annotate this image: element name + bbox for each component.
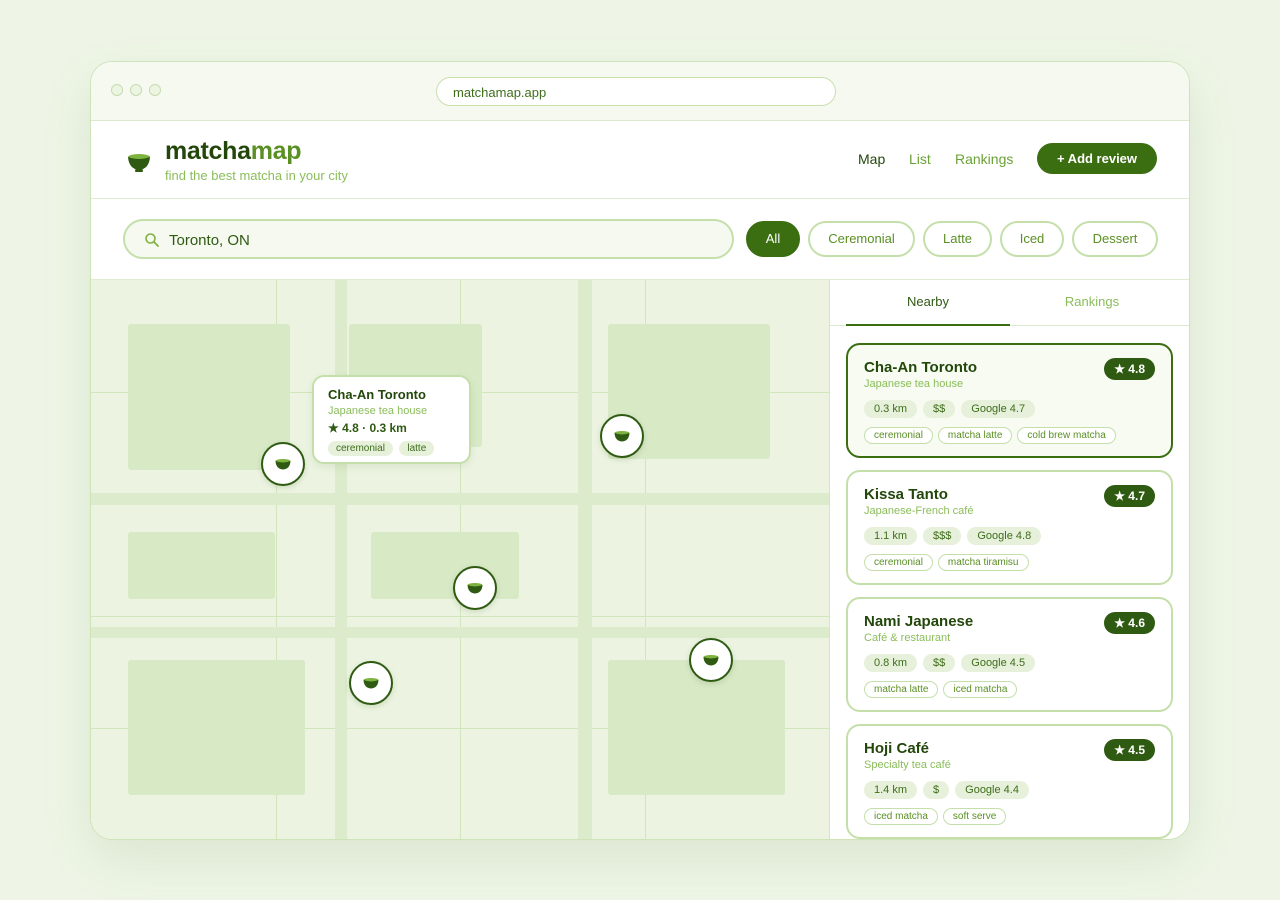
filter-iced[interactable]: Iced — [1000, 221, 1064, 257]
tab-nearby[interactable]: Nearby — [846, 280, 1010, 326]
tab-rankings[interactable]: Rankings — [1010, 280, 1174, 326]
map-road — [335, 280, 347, 839]
panel-tabs: Nearby Rankings — [830, 280, 1189, 326]
address-bar[interactable]: matchamap.app — [436, 77, 836, 106]
price-chip: $$$ — [923, 527, 962, 545]
map-block — [128, 324, 290, 470]
map-pin[interactable] — [600, 414, 644, 458]
google-rating-chip: Google 4.7 — [961, 400, 1036, 418]
window-maximize-dot[interactable] — [149, 84, 161, 96]
price-chip: $$ — [923, 400, 956, 418]
map-pin[interactable] — [689, 638, 733, 682]
results-panel: Nearby Rankings Cha-An Toronto Japanese … — [830, 280, 1189, 839]
rating-badge: ★ 4.5 — [1104, 739, 1155, 761]
nav-list[interactable]: List — [909, 151, 931, 167]
map-road — [91, 493, 829, 505]
place-name: Cha-An Toronto — [864, 359, 978, 376]
map-pin-cha-an-toronto[interactable] — [261, 442, 305, 486]
map-block — [128, 532, 275, 599]
google-rating-chip: Google 4.5 — [961, 654, 1036, 672]
nav-rankings[interactable]: Rankings — [955, 151, 1013, 167]
filter-all[interactable]: All — [746, 221, 800, 257]
place-type: Japanese tea house — [864, 378, 964, 390]
menu-tag: cold brew matcha — [1017, 427, 1116, 444]
google-rating-chip: Google 4.4 — [955, 781, 1029, 799]
add-review-button[interactable]: + Add review — [1037, 143, 1157, 174]
map-road — [578, 280, 592, 839]
distance-chip: 1.1 km — [864, 527, 918, 545]
matcha-bowl-icon — [128, 154, 150, 172]
matcha-bowl-icon — [275, 459, 291, 470]
popup-rating-distance: ★ 4.8 · 0.3 km — [328, 421, 407, 435]
menu-tag: ceremonial — [864, 554, 933, 571]
matcha-bowl-icon — [703, 655, 719, 666]
rating-badge: ★ 4.6 — [1104, 612, 1155, 634]
map-block — [608, 660, 785, 795]
browser-window: matchamap.app matchamap find the best ma… — [90, 61, 1190, 840]
search-icon — [145, 233, 159, 247]
search-input[interactable] — [169, 230, 709, 250]
menu-tag: ceremonial — [864, 427, 933, 444]
place-type: Specialty tea café — [864, 759, 951, 771]
menu-tag: iced matcha — [943, 681, 1018, 698]
matcha-bowl-icon — [614, 431, 630, 442]
logo-text-map: map — [250, 137, 302, 165]
map-view[interactable]: Cha-An Toronto Japanese tea house ★ 4.8 … — [91, 280, 830, 839]
menu-tag: matcha latte — [937, 427, 1013, 444]
matcha-bowl-icon — [363, 678, 379, 689]
place-card-hoji-cafe[interactable]: Hoji Café Specialty tea café ★ 4.5 1.4 k… — [846, 724, 1173, 839]
search-box[interactable] — [123, 219, 734, 259]
distance-chip: 0.3 km — [864, 400, 918, 418]
price-chip: $$ — [923, 654, 956, 672]
window-close-dot[interactable] — [111, 84, 123, 96]
map-block — [128, 660, 305, 795]
menu-tag: matcha tiramisu — [937, 554, 1029, 571]
place-type: Japanese-French café — [864, 505, 974, 517]
logo-text-matcha: matcha — [165, 137, 251, 165]
app-logo[interactable]: matchamap — [165, 137, 302, 166]
window-minimize-dot[interactable] — [130, 84, 142, 96]
filter-dessert[interactable]: Dessert — [1072, 221, 1158, 257]
popup-name: Cha-An Toronto — [328, 387, 426, 402]
place-type: Café & restaurant — [864, 632, 951, 644]
app-header: matchamap find the best matcha in your c… — [91, 121, 1189, 199]
nav-map[interactable]: Map — [858, 151, 885, 167]
menu-tag: soft serve — [942, 808, 1007, 825]
menu-tag: matcha latte — [864, 681, 939, 698]
place-card-nami-japanese[interactable]: Nami Japanese Café & restaurant ★ 4.6 0.… — [846, 597, 1173, 712]
popup-tag: ceremonial — [328, 441, 393, 456]
place-name: Kissa Tanto — [864, 486, 948, 503]
filter-ceremonial[interactable]: Ceremonial — [808, 221, 915, 257]
place-card-kissa-tanto[interactable]: Kissa Tanto Japanese-French café ★ 4.7 1… — [846, 470, 1173, 585]
google-rating-chip: Google 4.8 — [967, 527, 1042, 545]
place-card-cha-an-toronto[interactable]: Cha-An Toronto Japanese tea house ★ 4.8 … — [846, 343, 1173, 458]
place-name: Hoji Café — [864, 740, 930, 757]
distance-chip: 0.8 km — [864, 654, 918, 672]
place-name: Nami Japanese — [864, 613, 974, 630]
rating-badge: ★ 4.8 — [1104, 358, 1155, 380]
map-popup[interactable]: Cha-An Toronto Japanese tea house ★ 4.8 … — [312, 375, 471, 464]
price-chip: $ — [923, 781, 950, 799]
map-road — [91, 627, 829, 638]
matcha-bowl-icon — [467, 583, 483, 594]
filter-latte[interactable]: Latte — [923, 221, 992, 257]
map-pin[interactable] — [349, 661, 393, 705]
map-pin[interactable] — [453, 566, 497, 610]
rating-badge: ★ 4.7 — [1104, 485, 1155, 507]
browser-titlebar: matchamap.app — [91, 62, 1189, 121]
menu-tag: iced matcha — [864, 808, 938, 825]
distance-chip: 1.4 km — [864, 781, 918, 799]
tagline: find the best matcha in your city — [165, 168, 348, 183]
popup-tag: latte — [399, 441, 435, 456]
popup-type: Japanese tea house — [328, 405, 428, 417]
search-filter-bar: All Ceremonial Latte Iced Dessert — [91, 199, 1189, 280]
